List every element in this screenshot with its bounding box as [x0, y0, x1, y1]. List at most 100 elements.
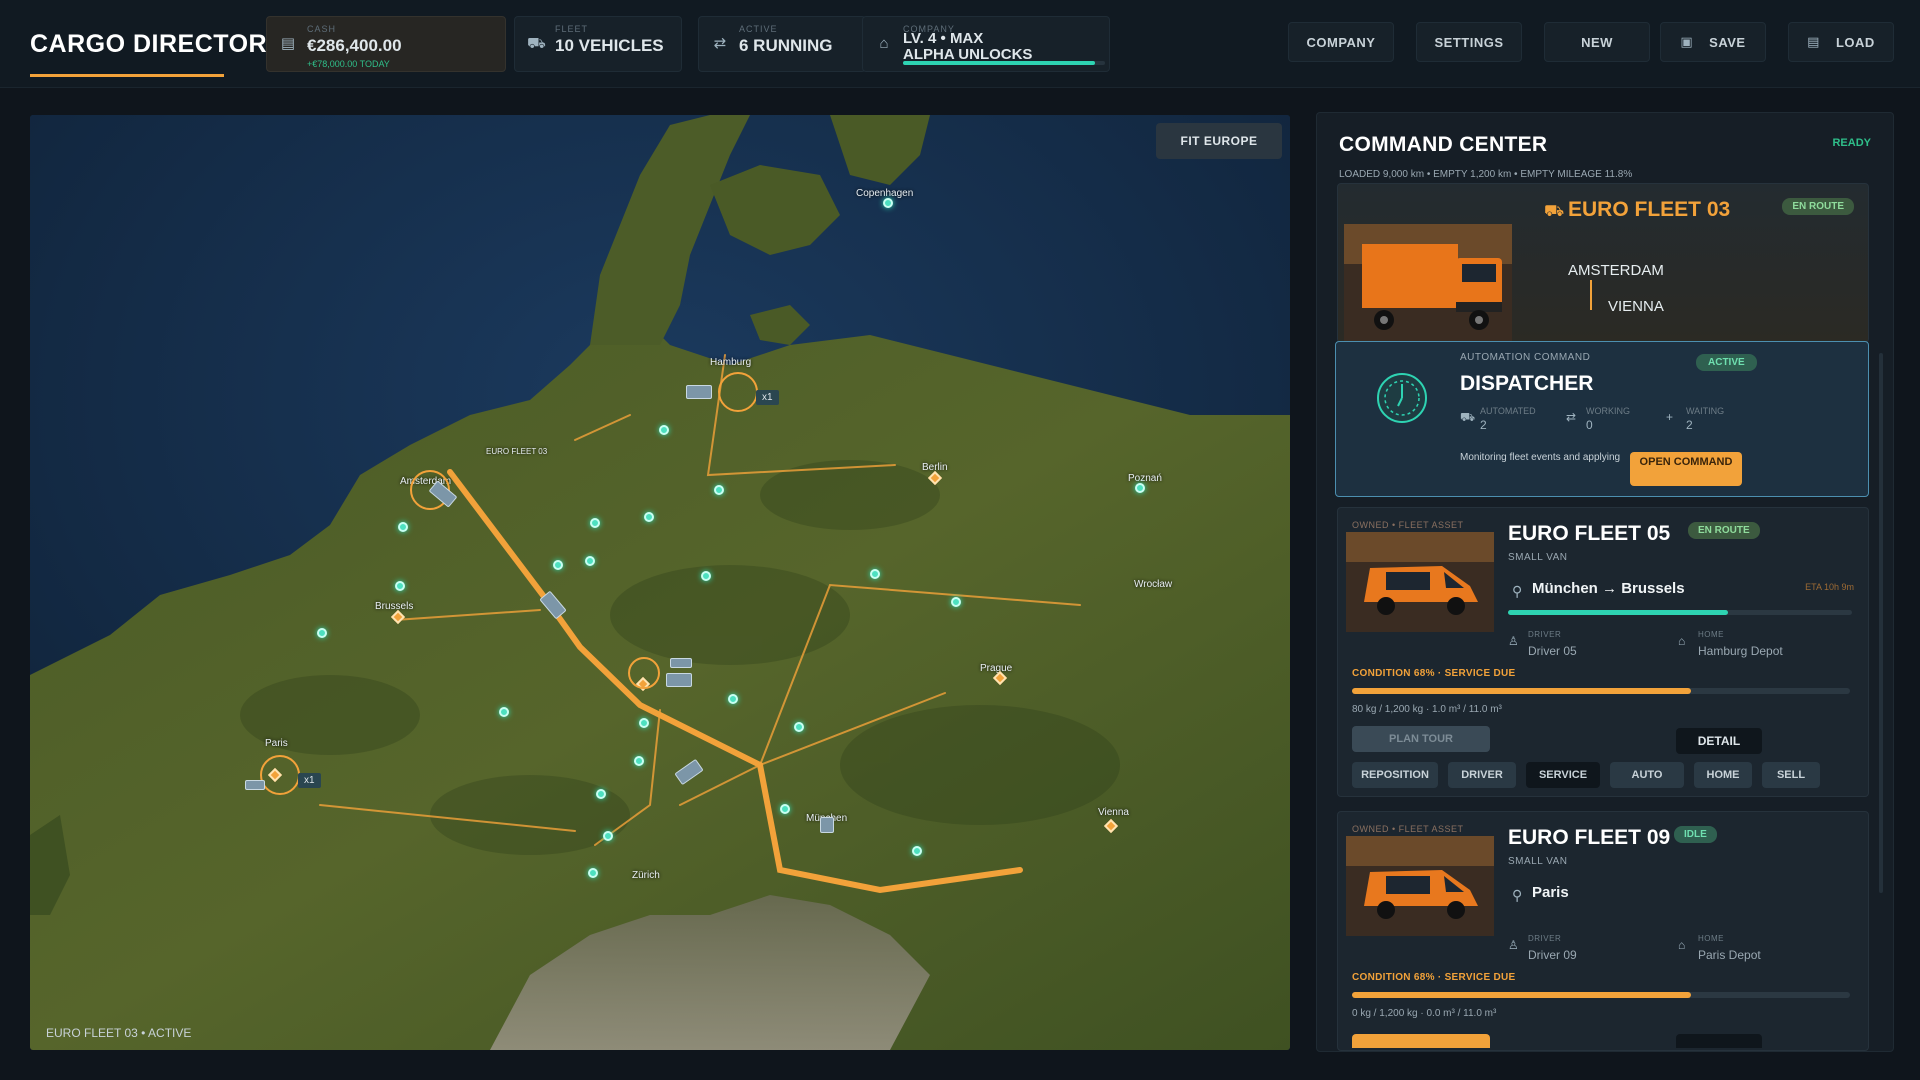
- hamburg-count-badge: x1: [756, 390, 779, 405]
- title-underline: [30, 74, 224, 77]
- panel-scrollbar[interactable]: [1879, 353, 1883, 893]
- fleet-name: EURO FLEET 09: [1508, 826, 1671, 849]
- waypoint-node-icon[interactable]: [644, 512, 654, 522]
- city-label-brussels: Brussels: [375, 601, 414, 612]
- plan-tour-button[interactable]: [1352, 1034, 1490, 1048]
- auto-button[interactable]: AUTO: [1610, 762, 1684, 788]
- open-command-button[interactable]: OPEN COMMAND: [1630, 452, 1742, 486]
- command-center-panel: COMMAND CENTER READY LOADED 9,000 km • E…: [1316, 112, 1894, 1052]
- waypoint-node-icon[interactable]: [912, 846, 922, 856]
- cash-today: +€78,000.00 TODAY: [307, 59, 390, 69]
- detail-button[interactable]: DETAIL: [1676, 728, 1762, 754]
- selected-fleet-card[interactable]: ⛟ EURO FLEET 03 EN ROUTE AMSTERDAM VIENN…: [1337, 183, 1869, 343]
- reposition-button[interactable]: REPOSITION: [1352, 762, 1438, 788]
- save-button[interactable]: ▣ SAVE: [1660, 22, 1766, 62]
- waypoint-node-icon[interactable]: [499, 707, 509, 717]
- fit-europe-button[interactable]: FIT EUROPE: [1156, 123, 1282, 159]
- truck-icon[interactable]: [820, 817, 834, 833]
- waypoint-node-icon[interactable]: [1135, 483, 1145, 493]
- load-button[interactable]: ▤ LOAD: [1788, 22, 1894, 62]
- building-icon: ⌂: [879, 35, 889, 52]
- save-button-label: SAVE: [1709, 34, 1746, 50]
- waypoint-node-icon[interactable]: [639, 718, 649, 728]
- cologne-cluster[interactable]: [628, 657, 660, 689]
- waypoint-node-icon[interactable]: [780, 804, 790, 814]
- vehicle-type: SMALL VAN: [1508, 552, 1568, 563]
- home-label: HOME: [1698, 934, 1724, 943]
- route-arrows-icon: ⇄: [1566, 410, 1577, 424]
- truck-icon[interactable]: [670, 658, 692, 668]
- waypoint-node-icon[interactable]: [553, 560, 563, 570]
- wallet-icon: ▤: [280, 35, 296, 52]
- load-capacity: 80 kg / 1,200 kg · 1.0 m³ / 11.0 m³: [1352, 704, 1502, 715]
- city-label-wroclaw: Wrocław: [1134, 579, 1173, 590]
- waypoint-node-icon[interactable]: [870, 569, 880, 579]
- service-button[interactable]: SERVICE: [1526, 762, 1600, 788]
- europe-map[interactable]: FIT EUROPE Copenhagen Hamburg Berlin Poz…: [30, 115, 1290, 1050]
- fleet-card-05[interactable]: OWNED • FLEET ASSET EURO FLEET 05 EN ROU…: [1337, 507, 1869, 797]
- detail-button[interactable]: [1676, 1034, 1762, 1048]
- condition-text: CONDITION 68% · SERVICE DUE: [1352, 972, 1516, 983]
- waypoint-node-icon[interactable]: [590, 518, 600, 528]
- fleet-label: FLEET: [555, 24, 589, 34]
- waiting-value: 2: [1686, 418, 1693, 432]
- waypoint-node-icon[interactable]: [951, 597, 961, 607]
- route-text: München → Brussels: [1532, 580, 1685, 597]
- panel-status: READY: [1832, 137, 1871, 149]
- settings-button[interactable]: SETTINGS: [1416, 22, 1522, 62]
- route-destination: Brussels: [1621, 580, 1685, 597]
- location-pin-icon: ⚲: [1512, 887, 1523, 903]
- fleet-card-09[interactable]: OWNED • FLEET ASSET EURO FLEET 09 IDLE S…: [1337, 811, 1869, 1051]
- selected-fleet-name: EURO FLEET 03: [1568, 198, 1731, 221]
- truck-icon[interactable]: [245, 780, 265, 790]
- home-button[interactable]: HOME: [1694, 762, 1752, 788]
- waypoint-node-icon[interactable]: [728, 694, 738, 704]
- waypoint-node-icon[interactable]: [585, 556, 595, 566]
- condition-bar: [1352, 688, 1850, 694]
- city-label-paris: Paris: [265, 738, 288, 749]
- plan-tour-button[interactable]: PLAN TOUR: [1352, 726, 1490, 752]
- waypoint-node-icon[interactable]: [317, 628, 327, 638]
- driver-icon: ♙: [1508, 938, 1519, 952]
- truck-icon[interactable]: [666, 673, 692, 687]
- waypoint-node-icon[interactable]: [395, 581, 405, 591]
- company-level-line1: LV. 4 • MAX: [903, 30, 984, 47]
- top-bar: CARGO DIRECTORATE ▤ CASH €286,400.00 +€7…: [0, 0, 1920, 88]
- route-arrows-icon: ⇄: [713, 35, 727, 52]
- waypoint-node-icon[interactable]: [596, 789, 606, 799]
- waypoint-node-icon[interactable]: [794, 722, 804, 732]
- sell-button[interactable]: SELL: [1762, 762, 1820, 788]
- waypoint-node-icon[interactable]: [603, 831, 613, 841]
- home-depot: Paris Depot: [1698, 948, 1761, 962]
- route-connector: [1590, 280, 1592, 310]
- paris-count-badge: x1: [298, 773, 321, 788]
- folder-icon: ▤: [1807, 34, 1820, 49]
- city-label-prague: Prague: [980, 663, 1013, 674]
- waypoint-node-icon[interactable]: [634, 756, 644, 766]
- waypoint-node-icon[interactable]: [883, 198, 893, 208]
- truck-icon[interactable]: [686, 385, 712, 399]
- waypoint-node-icon[interactable]: [701, 571, 711, 581]
- waypoint-node-icon[interactable]: [398, 522, 408, 532]
- hamburg-cluster[interactable]: [718, 372, 758, 412]
- load-capacity: 0 kg / 1,200 kg · 0.0 m³ / 11.0 m³: [1352, 1008, 1497, 1019]
- working-label: WORKING: [1586, 406, 1630, 416]
- route-progress-fill: [1508, 610, 1729, 615]
- active-label: ACTIVE: [739, 24, 778, 34]
- waypoint-node-icon[interactable]: [659, 425, 669, 435]
- paris-cluster[interactable]: [260, 755, 300, 795]
- waypoint-node-icon[interactable]: [588, 868, 598, 878]
- waypoint-node-icon[interactable]: [714, 485, 724, 495]
- company-button[interactable]: COMPANY: [1288, 22, 1394, 62]
- driver-label: DRIVER: [1528, 934, 1562, 943]
- home-icon: ⌂: [1678, 938, 1686, 952]
- cash-stat: ▤ CASH €286,400.00 +€78,000.00 TODAY: [266, 16, 506, 72]
- new-button[interactable]: NEW: [1544, 22, 1650, 62]
- driver-button[interactable]: DRIVER: [1448, 762, 1516, 788]
- dispatcher-gauge-icon: [1377, 373, 1427, 423]
- plus-icon: +: [1666, 410, 1674, 424]
- location-pin-icon: ⚲: [1512, 583, 1523, 599]
- van-photo: [1346, 836, 1494, 936]
- driver-name: Driver 09: [1528, 948, 1577, 962]
- company-level: LV. 4 • MAX ALPHA UNLOCKS: [903, 31, 1032, 63]
